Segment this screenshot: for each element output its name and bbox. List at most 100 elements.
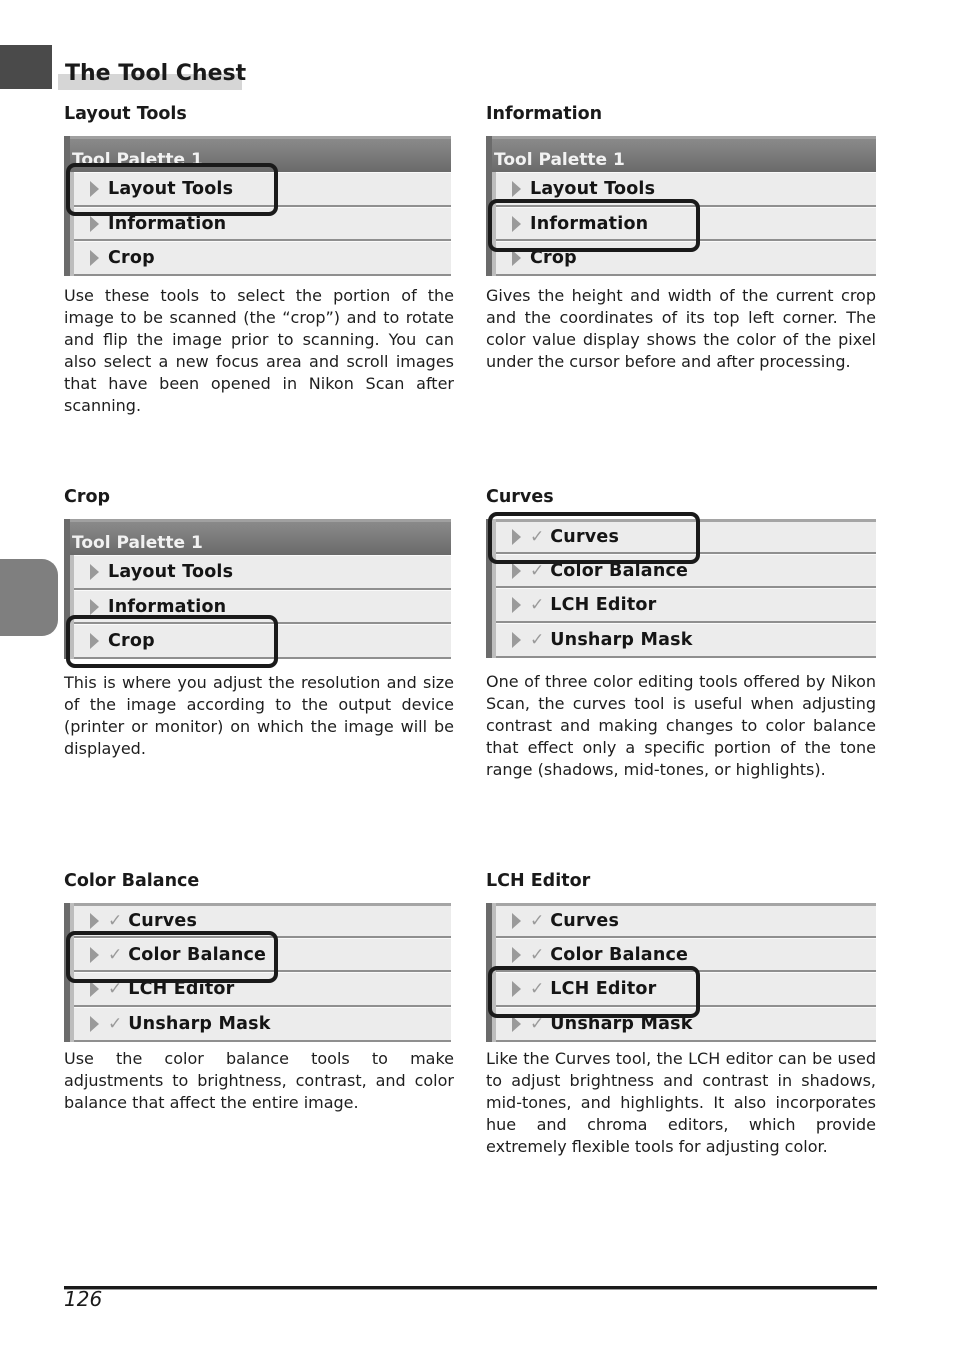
expand-arrow-icon[interactable] [90, 180, 99, 197]
section-crop: Crop Tool Palette 1 Layout Tools Informa… [64, 486, 454, 760]
palette-item-curves[interactable]: ✓ Curves [496, 903, 876, 938]
checkmark-icon[interactable]: ✓ [530, 595, 544, 615]
palette-item-lch-editor[interactable]: ✓ LCH Editor [496, 972, 876, 1008]
palette-item-unsharp-mask[interactable]: ✓ Unsharp Mask [74, 1007, 451, 1042]
expand-arrow-icon[interactable] [90, 912, 99, 929]
expand-arrow-icon[interactable] [512, 1015, 521, 1032]
checkmark-icon[interactable]: ✓ [108, 945, 122, 965]
palette-item-label: LCH Editor [128, 979, 235, 1000]
palette-title: Tool Palette 1 [70, 519, 451, 555]
palette-item-color-balance[interactable]: ✓ Color Balance [496, 937, 876, 973]
checkmark-icon[interactable]: ✓ [530, 630, 544, 650]
palette-item-label: LCH Editor [550, 595, 657, 616]
expand-arrow-icon[interactable] [512, 912, 521, 929]
checkmark-icon[interactable]: ✓ [530, 561, 544, 581]
palette-item-label: Crop [530, 248, 577, 269]
checkmark-icon[interactable]: ✓ [530, 911, 544, 931]
expand-arrow-icon[interactable] [90, 215, 99, 232]
palette-item-information[interactable]: Information [496, 206, 876, 242]
section-description: Gives the height and width of the curren… [486, 286, 876, 372]
palette-title: Tool Palette 1 [70, 136, 451, 172]
expand-arrow-icon[interactable] [90, 981, 99, 998]
palette-item-curves[interactable]: ✓ Curves [74, 903, 451, 938]
expand-arrow-icon[interactable] [90, 633, 99, 650]
palette-item-crop[interactable]: Crop [496, 241, 876, 277]
section-heading: Layout Tools [64, 104, 187, 124]
section-description: This is where you adjust the resolution … [64, 673, 454, 759]
palette-item-label: LCH Editor [550, 979, 657, 1000]
expand-arrow-icon[interactable] [90, 563, 99, 580]
palette-item-label: Color Balance [550, 560, 689, 581]
palette-item-information[interactable]: Information [74, 206, 451, 242]
checkmark-icon[interactable]: ✓ [530, 945, 544, 965]
expand-arrow-icon[interactable] [90, 1015, 99, 1032]
palette-item-label: Information [530, 213, 649, 234]
palette-item-label: Color Balance [550, 944, 689, 965]
expand-arrow-icon[interactable] [512, 631, 521, 648]
tool-palette: Tool Palette 1 Layout Tools Information … [64, 519, 451, 668]
page-header: The Tool Chest [58, 58, 246, 90]
expand-arrow-icon[interactable] [512, 215, 521, 232]
expand-arrow-icon[interactable] [512, 946, 521, 963]
checkmark-icon[interactable]: ✓ [530, 527, 544, 547]
tool-palette: Tool Palette 1 Layout Tools Information … [486, 136, 876, 277]
palette-item-unsharp-mask[interactable]: ✓ Unsharp Mask [496, 623, 876, 658]
palette-item-layout-tools[interactable]: Layout Tools [74, 555, 451, 590]
checkmark-icon[interactable]: ✓ [108, 979, 122, 999]
expand-arrow-icon[interactable] [512, 528, 521, 545]
section-information: Information Tool Palette 1 Layout Tools … [486, 103, 876, 373]
tool-palette: Tool Palette 1 Layout Tools Information … [64, 136, 451, 277]
expand-arrow-icon[interactable] [512, 562, 521, 579]
palette-item-information[interactable]: Information [74, 589, 451, 625]
page-number: 126 [64, 1287, 103, 1311]
palette-item-label: Layout Tools [530, 178, 656, 199]
palette-item-label: Unsharp Mask [550, 1013, 693, 1034]
section-description: One of three color editing tools offered… [486, 671, 876, 779]
palette-item-label: Information [108, 596, 227, 617]
checkmark-icon[interactable]: ✓ [530, 979, 544, 999]
section-description: Use the color balance tools to make adju… [64, 1048, 454, 1112]
expand-arrow-icon[interactable] [512, 250, 521, 267]
expand-arrow-icon[interactable] [90, 946, 99, 963]
expand-arrow-icon[interactable] [90, 250, 99, 267]
palette-item-label: Crop [108, 248, 155, 269]
palette-item-color-balance[interactable]: ✓ Color Balance [74, 937, 451, 973]
chapter-tab-marker [0, 45, 52, 89]
expand-arrow-icon[interactable] [90, 598, 99, 615]
checkmark-icon[interactable]: ✓ [108, 911, 122, 931]
section-heading: Information [486, 104, 603, 124]
palette-item-label: Information [108, 213, 227, 234]
palette-item-label: Color Balance [128, 944, 267, 965]
section-lch-editor: LCH Editor ✓ Curves ✓ Color Balance ✓ LC… [486, 870, 876, 1158]
section-heading: Color Balance [64, 871, 200, 891]
expand-arrow-icon[interactable] [512, 180, 521, 197]
palette-item-lch-editor[interactable]: ✓ LCH Editor [74, 972, 451, 1008]
section-heading: Crop [64, 487, 111, 507]
tool-palette: ✓ Curves ✓ Color Balance ✓ LCH Editor ✓ … [486, 903, 876, 1042]
checkmark-icon[interactable]: ✓ [530, 1014, 544, 1034]
palette-item-curves[interactable]: ✓ Curves [496, 519, 876, 554]
palette-item-label: Curves [550, 910, 620, 931]
section-heading: LCH Editor [486, 871, 591, 891]
section-description: Like the Curves tool, the LCH editor can… [486, 1048, 876, 1156]
palette-item-lch-editor[interactable]: ✓ LCH Editor [496, 588, 876, 624]
checkmark-icon[interactable]: ✓ [108, 1014, 122, 1034]
palette-item-layout-tools[interactable]: Layout Tools [74, 172, 451, 207]
expand-arrow-icon[interactable] [512, 597, 521, 614]
expand-arrow-icon[interactable] [512, 981, 521, 998]
palette-item-unsharp-mask[interactable]: ✓ Unsharp Mask [496, 1007, 876, 1042]
section-heading: Curves [486, 487, 554, 507]
palette-item-crop[interactable]: Crop [74, 241, 451, 277]
tool-palette: ✓ Curves ✓ Color Balance ✓ LCH Editor ✓ … [486, 512, 876, 658]
palette-item-label: Layout Tools [108, 178, 234, 199]
tool-palette: ✓ Curves ✓ Color Balance ✓ LCH Editor ✓ … [64, 903, 451, 1042]
palette-item-crop[interactable]: Crop [74, 624, 451, 660]
palette-item-layout-tools[interactable]: Layout Tools [496, 172, 876, 207]
palette-item-label: Curves [550, 526, 620, 547]
section-color-balance: Color Balance ✓ Curves ✓ Color Balance ✓… [64, 870, 454, 1114]
section-thumb-tab [0, 559, 58, 636]
section-curves: Curves ✓ Curves ✓ Color Balance ✓ LCH Ed… [486, 486, 876, 781]
palette-item-label: Unsharp Mask [550, 629, 693, 650]
palette-item-color-balance[interactable]: ✓ Color Balance [496, 553, 876, 589]
section-description: Use these tools to select the portion of… [64, 286, 454, 416]
